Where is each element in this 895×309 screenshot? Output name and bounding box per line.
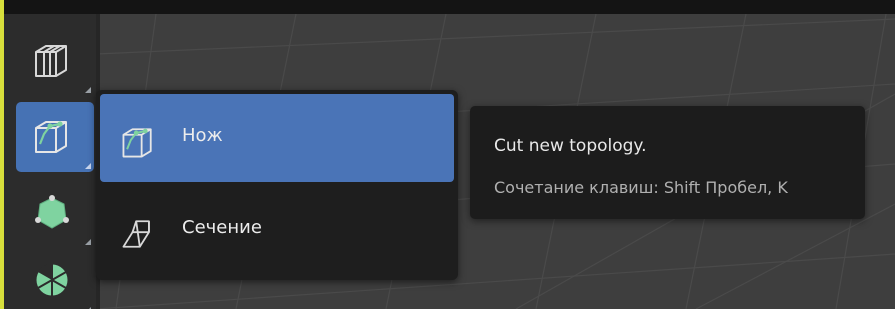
tooltip: Cut new topology. Сочетание клавиш: Shif…	[470, 106, 865, 219]
tool-shelf	[4, 14, 100, 309]
tooltip-description: Cut new topology.	[494, 136, 647, 156]
poly-build-tool-button[interactable]	[16, 178, 94, 248]
header-strip	[0, 0, 895, 14]
spin-tool-button[interactable]	[16, 246, 94, 309]
tooltip-shortcut: Сочетание клавиш: Shift Пробел, K	[494, 178, 788, 197]
menu-item-label: Сечение	[182, 217, 262, 238]
tool-variants-indicator	[85, 239, 91, 245]
menu-item-bisect[interactable]: Сечение	[100, 186, 454, 274]
knife-tool-button[interactable]	[16, 102, 94, 172]
loop-cut-tool-button[interactable]	[16, 26, 94, 96]
menu-item-knife[interactable]: Нож	[100, 94, 454, 182]
menu-item-label: Нож	[182, 125, 223, 146]
tool-variants-popup: Нож Сечение	[96, 90, 458, 280]
tool-variants-indicator	[85, 87, 91, 93]
blender-3d-viewport: Нож Сечение Cut new topology. Сочетание …	[0, 0, 895, 309]
tool-variants-indicator	[85, 163, 91, 169]
region-highlight-border	[0, 0, 4, 309]
knife-icon	[118, 122, 158, 166]
bisect-icon	[118, 214, 158, 258]
